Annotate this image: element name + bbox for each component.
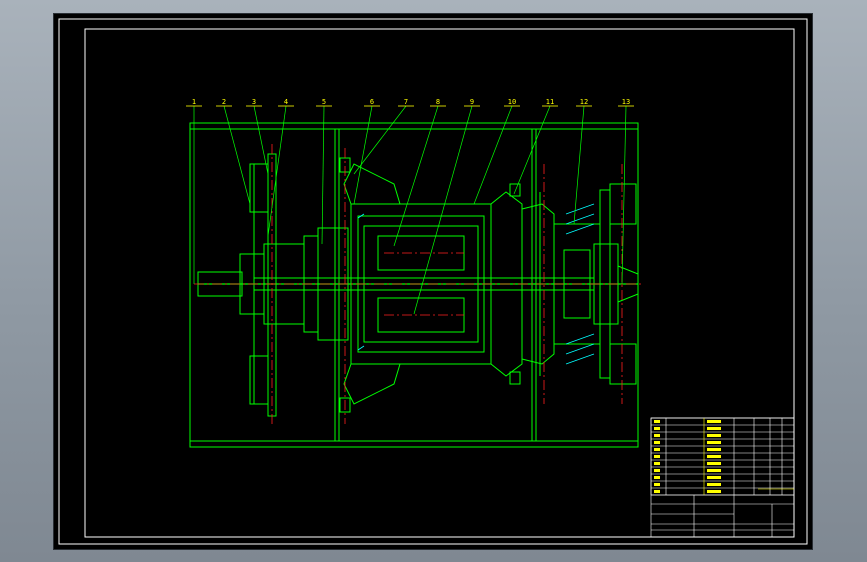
drawing-sheet: 1 2 3 4 5 6 7 8 9 10 11 12 13 (54, 14, 812, 549)
motor-cross-section-drawing: 1 2 3 4 5 6 7 8 9 10 11 12 13 (58, 18, 808, 545)
right-support (531, 128, 537, 442)
leader-line (413, 105, 473, 315)
lower-flange (609, 343, 637, 385)
parts-list-mark (707, 434, 721, 437)
parts-list-mark (707, 420, 721, 423)
parts-list-mark (707, 441, 721, 444)
parts-list-mark (654, 462, 660, 465)
leader-line (267, 105, 287, 237)
balloon-label-7: 7 (404, 98, 408, 106)
parts-list-mark (707, 469, 721, 472)
parts-list-mark (654, 490, 660, 493)
bottom-plate (189, 440, 639, 448)
title-block (650, 417, 795, 538)
balloon-label-12: 12 (580, 98, 588, 106)
balloon-label-9: 9 (470, 98, 474, 106)
parts-list-mark (654, 455, 660, 458)
part-balloons: 1 2 3 4 5 6 7 8 9 10 11 12 13 (186, 98, 634, 315)
parts-list-mark (654, 434, 660, 437)
parts-list-mark (707, 448, 721, 451)
balloon-label-8: 8 (436, 98, 440, 106)
parts-list-mark (707, 483, 721, 486)
balloon-label-1: 1 (192, 98, 196, 106)
parts-list-mark (707, 455, 721, 458)
balloon-label-3: 3 (252, 98, 256, 106)
parts-list-mark (707, 427, 721, 430)
upper-flange (609, 183, 637, 225)
centerlines (194, 144, 644, 424)
balloon-label-6: 6 (370, 98, 374, 106)
parts-list-mark (654, 427, 660, 430)
parts-list-mark (654, 469, 660, 472)
balloon-label-2: 2 (222, 98, 226, 106)
leader-line (353, 105, 373, 205)
parts-list-mark (654, 420, 660, 423)
title-block-table-icon (650, 417, 795, 538)
parts-list-mark (654, 441, 660, 444)
parts-list-mark (707, 476, 721, 479)
balloon-label-13: 13 (622, 98, 630, 106)
left-support (334, 128, 340, 442)
cad-viewport: 1 2 3 4 5 6 7 8 9 10 11 12 13 (0, 0, 867, 562)
balloon-label-10: 10 (508, 98, 516, 106)
parts-list-mark (654, 448, 660, 451)
leader-line (473, 105, 513, 205)
parts-list-entries (654, 420, 721, 493)
leader-line (573, 105, 585, 225)
parts-list-mark (707, 490, 721, 493)
balloon-label-11: 11 (546, 98, 554, 106)
parts-list-mark (654, 476, 660, 479)
outer-frame (58, 18, 808, 545)
top-plate (189, 122, 639, 130)
balloon-label-4: 4 (284, 98, 288, 106)
leader-line (353, 105, 407, 175)
leader-line (321, 105, 325, 245)
balloon-label-5: 5 (322, 98, 326, 106)
leader-line (223, 105, 251, 205)
parts-list (650, 417, 795, 496)
leader-line (621, 105, 627, 285)
motor-cross-section-icon (189, 122, 639, 448)
leader-line (393, 105, 439, 247)
parts-list-mark (654, 483, 660, 486)
parts-list-mark (707, 462, 721, 465)
